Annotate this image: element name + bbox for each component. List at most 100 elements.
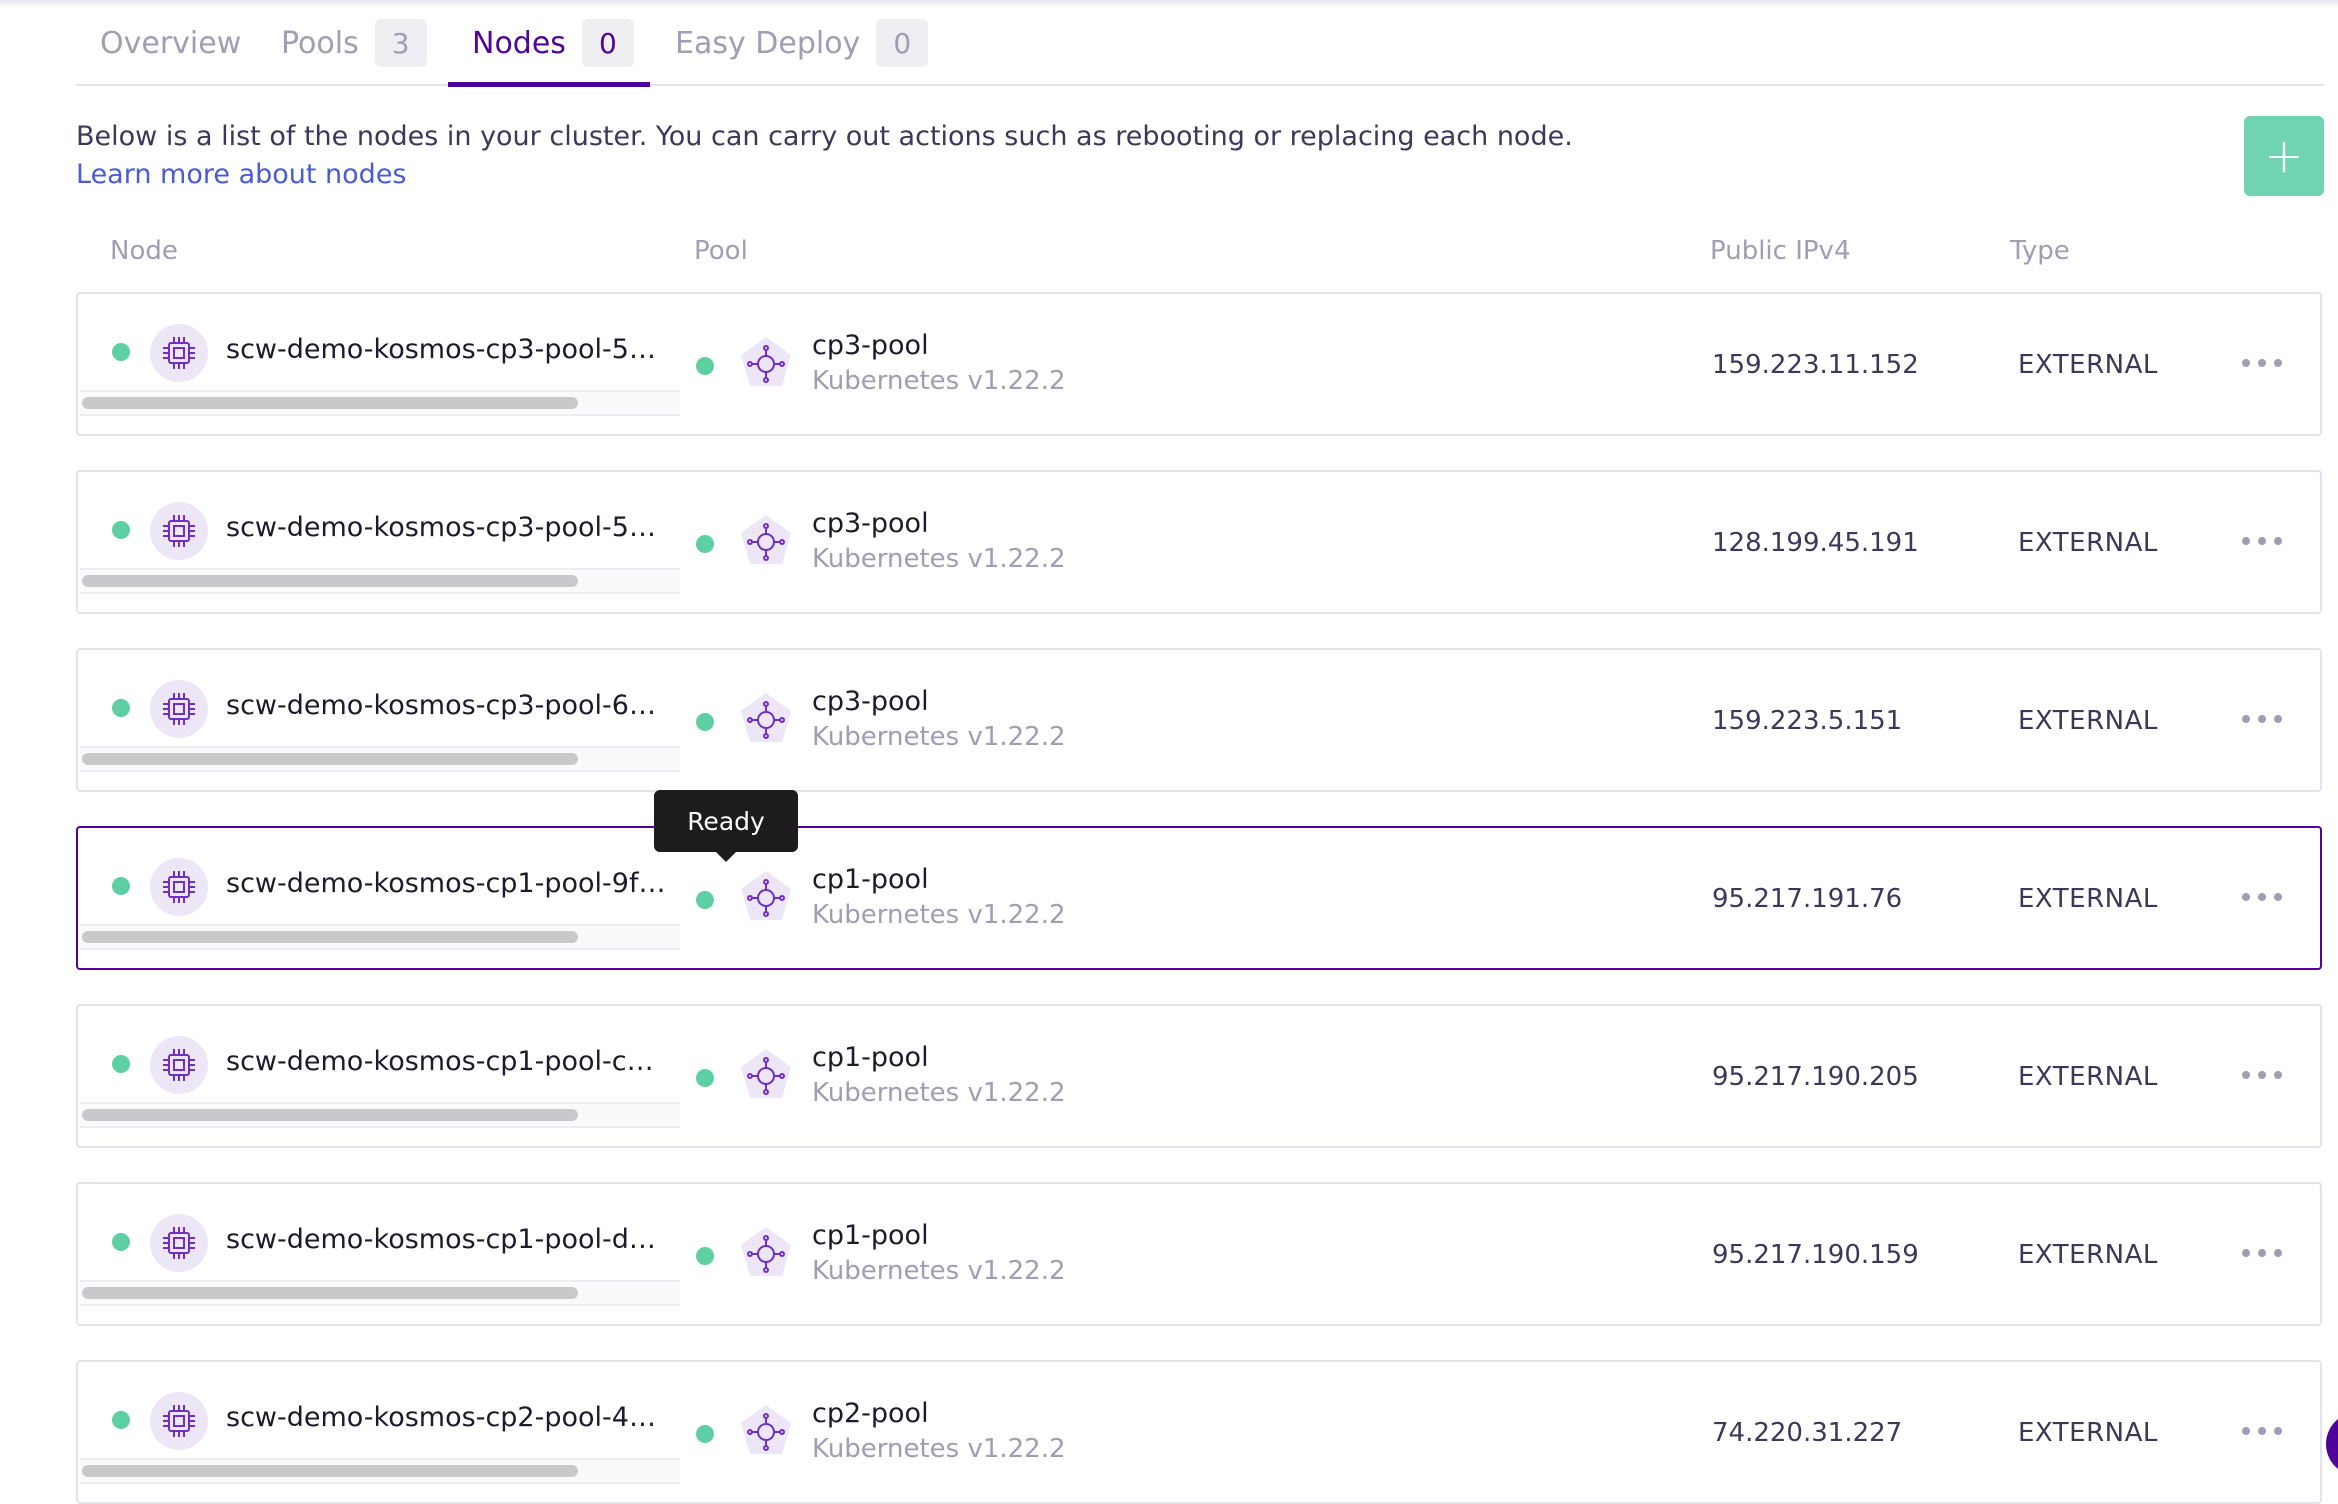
pool-version: Kubernetes v1.22.2 [812,366,1066,396]
horizontal-scrollbar[interactable] [80,746,680,772]
pool-name[interactable]: cp1-pool [812,1042,929,1073]
kubernetes-pool-icon [736,868,796,928]
pool-name[interactable]: cp3-pool [812,686,929,717]
more-actions-icon[interactable] [2242,1420,2282,1442]
learn-more-link[interactable]: Learn more about nodes [76,156,407,194]
tab-label: Pools [281,25,359,61]
tab-easy-deploy[interactable]: Easy Deploy 0 [675,18,929,68]
tab-label: Overview [100,25,242,61]
node-name[interactable]: scw-demo-kosmos-cp3-pool-66aa... [226,690,666,721]
kubernetes-pool-icon [736,690,796,750]
kubernetes-pool-icon [736,1046,796,1106]
cpu-chip-icon [150,1214,208,1272]
public-ipv4: 74.220.31.227 [1712,1418,1903,1448]
cpu-chip-icon [150,324,208,382]
scrollbar-thumb[interactable] [82,397,578,409]
horizontal-scrollbar[interactable] [80,1458,680,1484]
status-tooltip: Ready [654,790,798,862]
horizontal-scrollbar[interactable] [80,1102,680,1128]
horizontal-scrollbar[interactable] [80,568,680,594]
node-type: EXTERNAL [2018,528,2158,558]
public-ipv4: 159.223.11.152 [1712,350,1919,380]
column-header-node: Node [110,236,178,266]
horizontal-scrollbar[interactable] [80,1280,680,1306]
scrollbar-thumb[interactable] [82,753,578,765]
pool-status-dot[interactable] [696,891,714,909]
pool-version: Kubernetes v1.22.2 [812,1434,1066,1464]
cpu-chip-icon [150,502,208,560]
pool-version: Kubernetes v1.22.2 [812,1078,1066,1108]
more-actions-icon[interactable] [2242,530,2282,552]
pool-status-dot[interactable] [696,535,714,553]
pool-name[interactable]: cp3-pool [812,508,929,539]
node-type: EXTERNAL [2018,706,2158,736]
more-actions-icon[interactable] [2242,886,2282,908]
node-row[interactable]: scw-demo-kosmos-cp3-pool-5dcb... cp3-pool… [76,470,2322,614]
node-name[interactable]: scw-demo-kosmos-cp2-pool-4dba... [226,1402,666,1433]
tab-pools[interactable]: Pools 3 [281,18,427,68]
cpu-chip-icon [150,680,208,738]
public-ipv4: 95.217.190.159 [1712,1240,1919,1270]
cpu-chip-icon [150,858,208,916]
node-row[interactable]: scw-demo-kosmos-cp1-pool-d241... cp1-pool… [76,1182,2322,1326]
node-type: EXTERNAL [2018,350,2158,380]
node-row[interactable]: scw-demo-kosmos-cp3-pool-5ac2... cp3-pool… [76,292,2322,436]
node-status-dot [112,521,130,539]
pool-status-dot[interactable] [696,357,714,375]
kubernetes-pool-icon [736,334,796,394]
column-header-type: Type [2010,236,2070,266]
tab-count-badge: 0 [876,19,929,67]
tab-overview[interactable]: Overview [100,18,241,68]
column-header-ip: Public IPv4 [1710,236,1851,266]
help-button[interactable] [2326,1412,2338,1476]
node-row[interactable]: scw-demo-kosmos-cp3-pool-66aa... cp3-pool… [76,648,2322,792]
node-status-dot [112,699,130,717]
tab-nodes[interactable]: Nodes 0 [472,18,634,68]
pool-version: Kubernetes v1.22.2 [812,900,1066,930]
node-status-dot [112,343,130,361]
plus-icon: + [2263,128,2305,184]
pool-version: Kubernetes v1.22.2 [812,722,1066,752]
public-ipv4: 95.217.191.76 [1712,884,1903,914]
pool-status-dot[interactable] [696,713,714,731]
horizontal-scrollbar[interactable] [80,924,680,950]
node-name[interactable]: scw-demo-kosmos-cp1-pool-d241... [226,1224,666,1255]
node-row[interactable]: scw-demo-kosmos-cp2-pool-4dba... cp2-pool… [76,1360,2322,1504]
node-status-dot [112,1411,130,1429]
pool-version: Kubernetes v1.22.2 [812,1256,1066,1286]
pool-name[interactable]: cp1-pool [812,864,929,895]
pool-status-dot[interactable] [696,1425,714,1443]
scrollbar-thumb[interactable] [82,1109,578,1121]
scrollbar-thumb[interactable] [82,575,578,587]
kubernetes-pool-icon [736,1402,796,1462]
node-name[interactable]: scw-demo-kosmos-cp1-pool-9f98... [226,868,666,899]
add-node-button[interactable]: + [2244,116,2324,196]
public-ipv4: 128.199.45.191 [1712,528,1919,558]
more-actions-icon[interactable] [2242,708,2282,730]
node-name[interactable]: scw-demo-kosmos-cp1-pool-c770... [226,1046,666,1077]
node-type: EXTERNAL [2018,1240,2158,1270]
pool-name[interactable]: cp3-pool [812,330,929,361]
more-actions-icon[interactable] [2242,352,2282,374]
cpu-chip-icon [150,1036,208,1094]
kubernetes-pool-icon [736,512,796,572]
node-name[interactable]: scw-demo-kosmos-cp3-pool-5dcb... [226,512,666,543]
more-actions-icon[interactable] [2242,1242,2282,1264]
scrollbar-thumb[interactable] [82,1287,578,1299]
pool-name[interactable]: cp1-pool [812,1220,929,1251]
intro-text: Below is a list of the nodes in your clu… [76,121,1573,152]
horizontal-scrollbar[interactable] [80,390,680,416]
more-actions-icon[interactable] [2242,1064,2282,1086]
pool-version: Kubernetes v1.22.2 [812,544,1066,574]
node-name[interactable]: scw-demo-kosmos-cp3-pool-5ac2... [226,334,666,365]
scrollbar-thumb[interactable] [82,931,578,943]
node-status-dot [112,1233,130,1251]
node-row[interactable]: scw-demo-kosmos-cp1-pool-9f98... cp1-pool… [76,826,2322,970]
scrollbar-thumb[interactable] [82,1465,578,1477]
pool-name[interactable]: cp2-pool [812,1398,929,1429]
pool-status-dot[interactable] [696,1069,714,1087]
pool-status-dot[interactable] [696,1247,714,1265]
tab-count-badge: 0 [581,19,634,67]
node-row[interactable]: scw-demo-kosmos-cp1-pool-c770... cp1-pool… [76,1004,2322,1148]
public-ipv4: 159.223.5.151 [1712,706,1903,736]
